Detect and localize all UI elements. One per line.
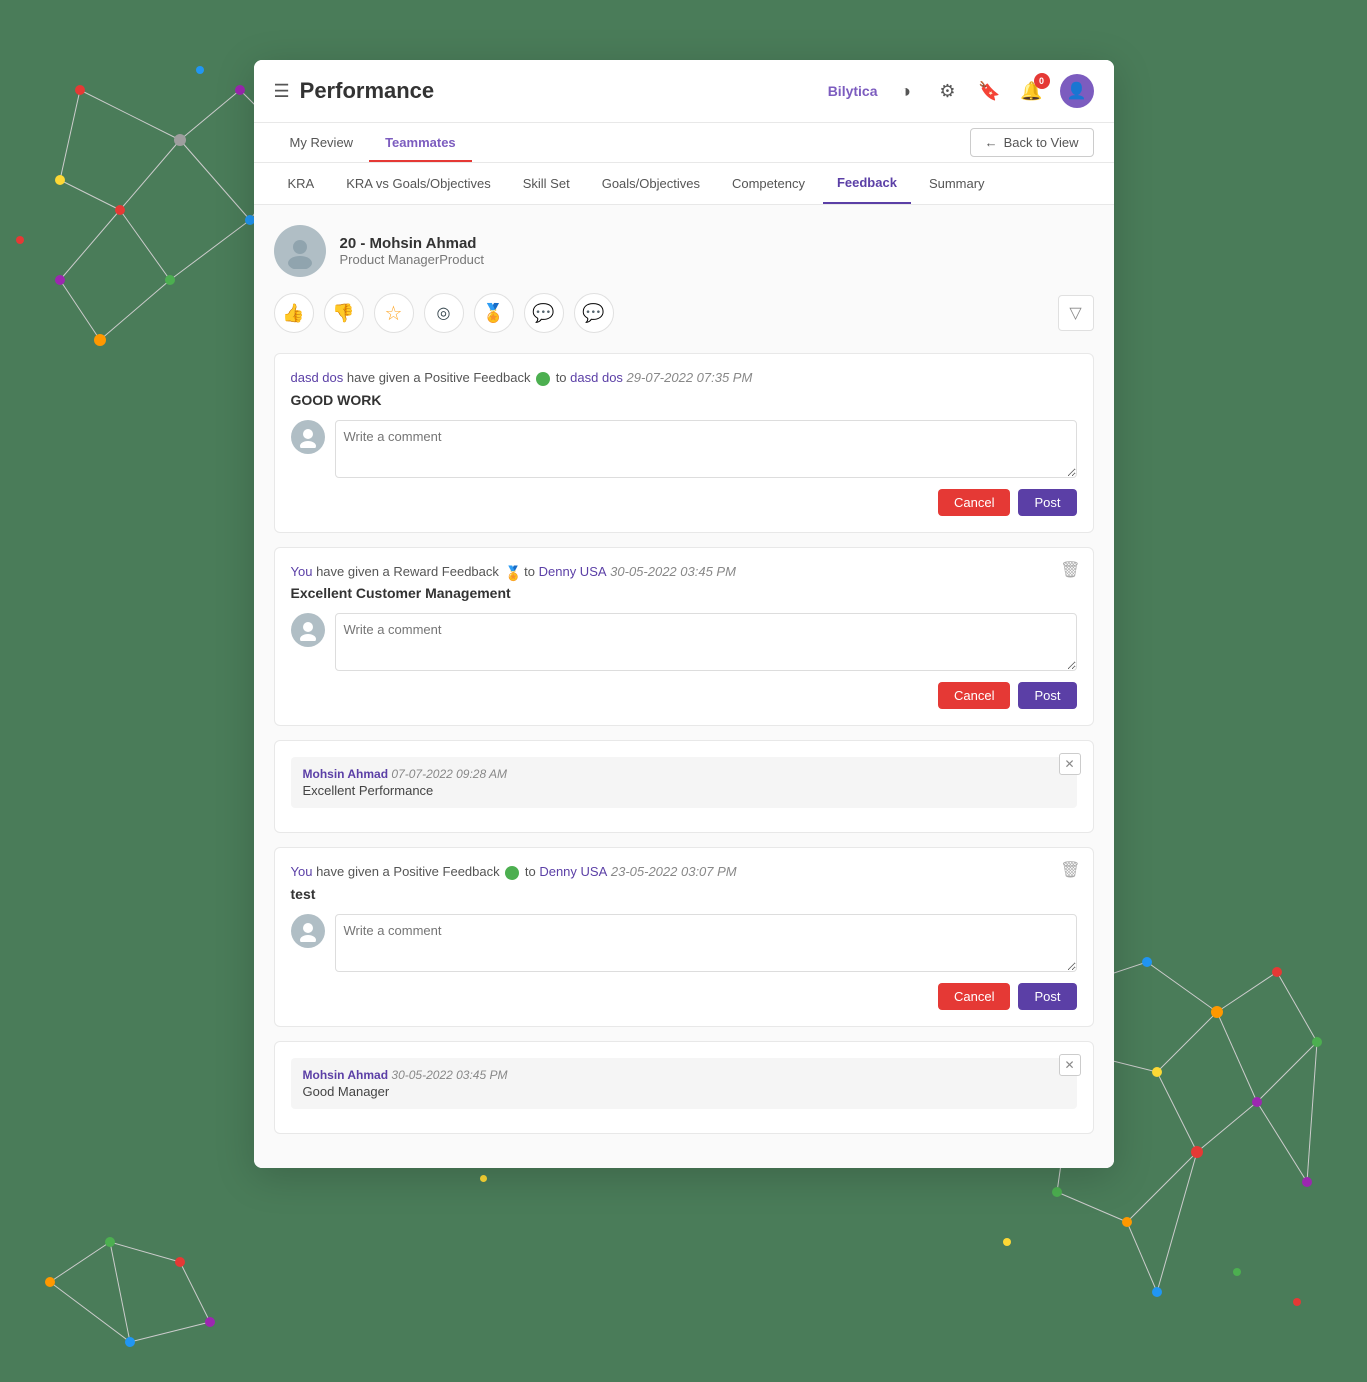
close-btn-3[interactable]: ✕ [1059, 753, 1081, 775]
comment-textarea-1[interactable] [335, 420, 1077, 478]
sub-comment-3: Mohsin Ahmad 07-07-2022 09:28 AM Excelle… [291, 757, 1077, 808]
sc5-date: 30-05-2022 03:45 PM [391, 1068, 507, 1082]
filter-funnel-button[interactable]: ▽ [1058, 295, 1094, 331]
post-btn-4[interactable]: Post [1018, 983, 1076, 1010]
tabs-bar: KRA KRA vs Goals/Objectives Skill Set Go… [254, 163, 1114, 205]
sc5-sender: Mohsin Ahmad [303, 1068, 389, 1082]
employee-avatar [274, 225, 326, 277]
close-btn-5[interactable]: ✕ [1059, 1054, 1081, 1076]
back-arrow-icon: ← [985, 135, 998, 150]
cancel-btn-1[interactable]: Cancel [938, 489, 1010, 516]
tab-goals-objectives[interactable]: Goals/Objectives [588, 164, 714, 203]
feedback-meta-4: You have given a Positive Feedback to De… [291, 864, 1077, 880]
fb4-text: test [291, 886, 1077, 902]
commenter-avatar-1 [291, 420, 325, 454]
fb1-receiver[interactable]: dasd dos [570, 370, 623, 385]
filter-star-btn[interactable]: ☆ [374, 293, 414, 333]
fb2-text: Excellent Customer Management [291, 585, 1077, 601]
fb4-sender[interactable]: You [291, 864, 313, 879]
employee-info: 20 - Mohsin Ahmad Product ManagerProduct [340, 235, 485, 267]
app-window: ☰ Performance Bilytica ◑ ⚙ 🔖 🔔 0 👤 My Re… [254, 60, 1114, 1168]
feedback-item-5: ✕ Mohsin Ahmad 30-05-2022 03:45 PM Good … [274, 1041, 1094, 1134]
subnav-teammates[interactable]: Teammates [369, 123, 472, 162]
filter-positive-btn[interactable]: 👍 [274, 293, 314, 333]
sc5-text: Good Manager [303, 1084, 1065, 1099]
sc3-text: Excellent Performance [303, 783, 1065, 798]
cancel-btn-2[interactable]: Cancel [938, 682, 1010, 709]
main-content: 20 - Mohsin Ahmad Product ManagerProduct… [254, 205, 1114, 1168]
feedback-item-2: 🗑 You have given a Reward Feedback 🏅 to … [274, 547, 1094, 727]
feedback-meta-2: You have given a Reward Feedback 🏅 to De… [291, 564, 1077, 580]
trash-btn-2[interactable]: 🗑 [1060, 560, 1080, 580]
chart-icon[interactable]: ◑ [892, 77, 920, 105]
notification-badge: 0 [1034, 73, 1050, 89]
tab-feedback[interactable]: Feedback [823, 163, 911, 204]
comment-box-4: Cancel Post [335, 914, 1077, 1010]
feedback-filter-bar: 👍 👎 ☆ ◎ 🏅 💬 💬 ▽ [274, 293, 1094, 333]
post-btn-2[interactable]: Post [1018, 682, 1076, 709]
sc3-sender: Mohsin Ahmad [303, 767, 389, 781]
comment-box-1: Cancel Post [335, 420, 1077, 516]
feedback-meta-1: dasd dos have given a Positive Feedback … [291, 370, 1077, 386]
cancel-btn-4[interactable]: Cancel [938, 983, 1010, 1010]
comment-actions-2: Cancel Post [335, 682, 1077, 709]
comment-textarea-4[interactable] [335, 914, 1077, 972]
bookmark-icon[interactable]: 🔖 [976, 77, 1004, 105]
employee-header: 20 - Mohsin Ahmad Product ManagerProduct [274, 225, 1094, 277]
comment-row-1: Cancel Post [291, 420, 1077, 516]
filter-chat2-btn[interactable]: 💬 [574, 293, 614, 333]
filter-reward-btn[interactable]: 🏅 [474, 293, 514, 333]
funnel-icon: ▽ [1069, 303, 1081, 323]
commenter-avatar-2 [291, 613, 325, 647]
comment-actions-1: Cancel Post [335, 489, 1077, 516]
commenter-avatar-4 [291, 914, 325, 948]
feedback-item-4: 🗑 You have given a Positive Feedback to … [274, 847, 1094, 1027]
user-avatar[interactable]: 👤 [1060, 74, 1094, 108]
comment-box-2: Cancel Post [335, 613, 1077, 709]
app-title: Performance [300, 78, 435, 104]
employee-name: 20 - Mohsin Ahmad [340, 235, 485, 252]
menu-icon[interactable]: ☰ [274, 81, 290, 102]
back-to-view-button[interactable]: ← Back to View [970, 128, 1094, 157]
tab-skill-set[interactable]: Skill Set [509, 164, 584, 203]
notification-wrapper: 🔔 0 [1018, 77, 1046, 105]
sub-comment-5: Mohsin Ahmad 30-05-2022 03:45 PM Good Ma… [291, 1058, 1077, 1109]
fb1-sender[interactable]: dasd dos [291, 370, 344, 385]
sc3-date: 07-07-2022 09:28 AM [391, 767, 507, 781]
employee-role: Product ManagerProduct [340, 252, 485, 267]
app-header: ☰ Performance Bilytica ◑ ⚙ 🔖 🔔 0 👤 [254, 60, 1114, 123]
filter-negative-btn[interactable]: 👎 [324, 293, 364, 333]
fb4-receiver[interactable]: Denny USA [539, 864, 607, 879]
fb2-sender[interactable]: You [291, 564, 313, 579]
fb2-receiver[interactable]: Denny USA [539, 564, 607, 579]
filter-chat1-btn[interactable]: 💬 [524, 293, 564, 333]
tab-kra[interactable]: KRA [274, 164, 329, 203]
fb1-dot [536, 372, 550, 386]
comment-row-2: Cancel Post [291, 613, 1077, 709]
filter-watch-btn[interactable]: ◎ [424, 293, 464, 333]
feedback-item-3: ✕ Mohsin Ahmad 07-07-2022 09:28 AM Excel… [274, 740, 1094, 833]
fb4-dot [505, 866, 519, 880]
comment-textarea-2[interactable] [335, 613, 1077, 671]
tab-competency[interactable]: Competency [718, 164, 819, 203]
tab-kra-goals[interactable]: KRA vs Goals/Objectives [332, 164, 505, 203]
comment-actions-4: Cancel Post [335, 983, 1077, 1010]
fb1-text: GOOD WORK [291, 392, 1077, 408]
comment-row-4: Cancel Post [291, 914, 1077, 1010]
post-btn-1[interactable]: Post [1018, 489, 1076, 516]
trash-btn-4[interactable]: 🗑 [1060, 860, 1080, 880]
settings-icon[interactable]: ⚙ [934, 77, 962, 105]
fb2-dot: 🏅 [505, 565, 519, 579]
sub-navigation: My Review Teammates ← Back to View [254, 123, 1114, 163]
brand-label: Bilytica [828, 83, 878, 99]
feedback-item-1: dasd dos have given a Positive Feedback … [274, 353, 1094, 533]
tab-summary[interactable]: Summary [915, 164, 999, 203]
subnav-my-review[interactable]: My Review [274, 123, 370, 162]
